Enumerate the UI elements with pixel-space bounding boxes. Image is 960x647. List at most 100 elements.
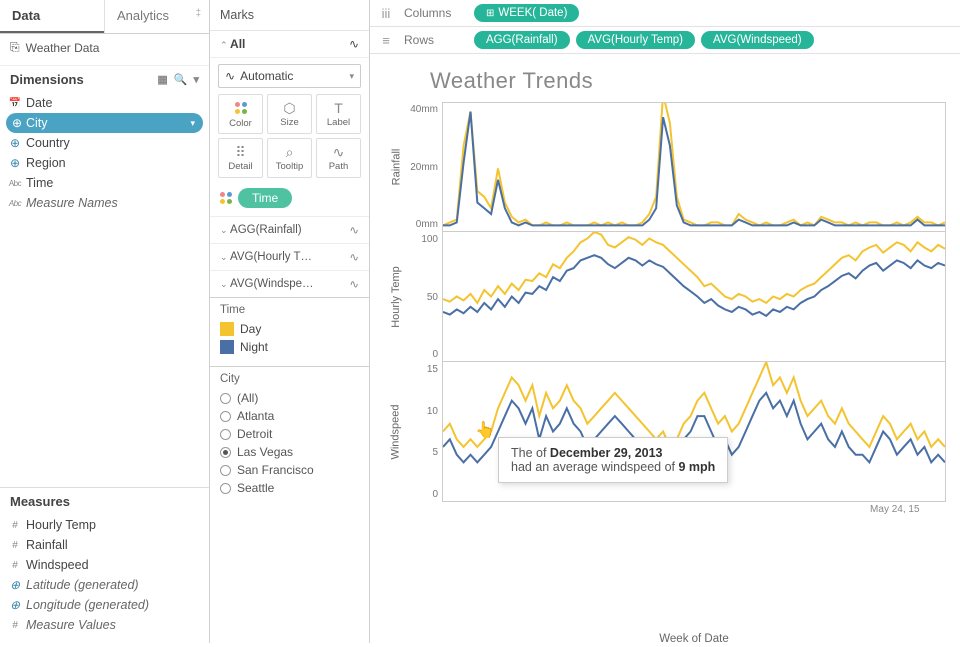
- columns-label: Columns: [404, 6, 464, 20]
- color-icon: [233, 100, 249, 116]
- datasource-icon: ⎘: [10, 40, 20, 55]
- tooltip: The of December 29, 2013had an average w…: [498, 437, 728, 483]
- plot-area[interactable]: [442, 102, 946, 232]
- y-axis-label: Rainfall: [390, 149, 402, 186]
- mark-card-avg-hourly-t-[interactable]: ⌄ AVG(Hourly T…∿: [210, 243, 369, 270]
- color-encoding-row[interactable]: Time: [210, 184, 369, 216]
- tooltip-icon: ⌕: [286, 145, 294, 159]
- swatch: [220, 322, 234, 336]
- globe-icon: [10, 116, 24, 130]
- path-icon: ∿: [333, 145, 345, 159]
- dimensions-menu-icon[interactable]: ▾: [193, 73, 199, 86]
- measures-title: Measures: [10, 494, 70, 509]
- plot-area[interactable]: [442, 232, 946, 362]
- viz-title[interactable]: Weather Trends: [430, 68, 946, 94]
- tab-data[interactable]: Data: [0, 0, 104, 33]
- y-axis-ticks: 40mm20mm0mm: [408, 102, 442, 232]
- field-rainfall[interactable]: Rainfall: [0, 535, 209, 555]
- datasource-row[interactable]: ⎘ Weather Data: [0, 34, 209, 61]
- worksheet: iii Columns WEEK( Date) ≡ Rows AGG(Rainf…: [370, 0, 960, 643]
- legend-day[interactable]: Day: [220, 320, 359, 338]
- x-tick-label: May 24, 15: [870, 504, 919, 515]
- mark-buttons-grid: Color⬡SizeTLabel ⠿Detail⌕Tooltip∿Path: [210, 94, 369, 184]
- pill-avg-windspeed-[interactable]: AVG(Windspeed): [701, 31, 814, 49]
- city-option--all-[interactable]: (All): [220, 389, 359, 407]
- mark-card-agg-rainfall-[interactable]: ⌄ AGG(Rainfall)∿: [210, 216, 369, 243]
- mark-label-button[interactable]: TLabel: [316, 94, 361, 134]
- field-time[interactable]: Time: [0, 173, 209, 193]
- color-dots-icon: [218, 190, 234, 206]
- pill-avg-hourly-temp-[interactable]: AVG(Hourly Temp): [576, 31, 695, 49]
- city-option-san-francisco[interactable]: San Francisco: [220, 461, 359, 479]
- field-hourly-temp[interactable]: Hourly Temp: [0, 515, 209, 535]
- field-label: Country: [26, 136, 70, 150]
- radio-icon: [220, 447, 231, 458]
- field-label: Longitude (generated): [26, 598, 149, 612]
- automatic-line-icon: ∿: [225, 69, 235, 83]
- field-region[interactable]: Region: [0, 153, 209, 173]
- mark-color-button[interactable]: Color: [218, 94, 263, 134]
- time-legend-title: Time: [220, 304, 359, 316]
- city-option-detroit[interactable]: Detroit: [220, 425, 359, 443]
- line-icon: ∿: [349, 250, 359, 264]
- abc-icon: [8, 198, 22, 209]
- columns-shelf[interactable]: iii Columns WEEK( Date): [370, 0, 960, 27]
- radio-icon: [220, 483, 231, 494]
- field-latitude-generated-[interactable]: Latitude (generated): [0, 575, 209, 595]
- field-measure-names[interactable]: Measure Names: [0, 193, 209, 213]
- marks-all-row[interactable]: ⌃ All ∿: [210, 31, 369, 58]
- mark-tooltip-button[interactable]: ⌕Tooltip: [267, 138, 312, 178]
- field-label: City: [26, 116, 48, 130]
- chart-hourly-temp: Hourly Temp100500: [384, 232, 946, 362]
- mark-path-button[interactable]: ∿Path: [316, 138, 361, 178]
- city-option-seattle[interactable]: Seattle: [220, 479, 359, 497]
- dimensions-tree: Date City Country RegionTimeMeasure Names: [0, 91, 209, 221]
- radio-icon: [220, 411, 231, 422]
- series-night[interactable]: [443, 112, 945, 226]
- field-label: Measure Values: [26, 618, 116, 632]
- y-axis-label: Hourly Temp: [390, 266, 402, 328]
- pill-week-date-[interactable]: WEEK( Date): [474, 4, 579, 22]
- hash-icon: [8, 620, 22, 631]
- rows-shelf[interactable]: ≡ Rows AGG(Rainfall) AVG(Hourly Temp) AVG(…: [370, 27, 960, 54]
- globe-icon: [8, 598, 22, 612]
- field-city[interactable]: City: [6, 113, 203, 133]
- plot-area[interactable]: May 24, 15👆The of December 29, 2013had a…: [442, 362, 946, 502]
- field-measure-values[interactable]: Measure Values: [0, 615, 209, 635]
- mark-card-avg-windspe-[interactable]: ⌄ AVG(Windspe…∿: [210, 270, 369, 297]
- series-day[interactable]: [443, 232, 945, 303]
- legend-night[interactable]: Night: [220, 338, 359, 356]
- city-option-atlanta[interactable]: Atlanta: [220, 407, 359, 425]
- line-icon: ∿: [349, 223, 359, 237]
- radio-icon: [220, 465, 231, 476]
- mark-type-dropdown[interactable]: ∿ Automatic: [218, 64, 361, 88]
- pill-agg-rainfall-[interactable]: AGG(Rainfall): [474, 31, 570, 49]
- radio-icon: [220, 429, 231, 440]
- field-longitude-generated-[interactable]: Longitude (generated): [0, 595, 209, 615]
- dimensions-title: Dimensions: [10, 72, 84, 87]
- x-axis-label: Week of Date: [384, 627, 946, 647]
- hash-icon: [8, 540, 22, 551]
- mark-detail-button[interactable]: ⠿Detail: [218, 138, 263, 178]
- tab-analytics[interactable]: Analytics: [104, 0, 209, 33]
- series-day[interactable]: [443, 103, 945, 225]
- mark-size-button[interactable]: ⬡Size: [267, 94, 312, 134]
- series-day[interactable]: [443, 362, 945, 447]
- swatch: [220, 340, 234, 354]
- field-windspeed[interactable]: Windspeed: [0, 555, 209, 575]
- city-option-las-vegas[interactable]: Las Vegas: [220, 443, 359, 461]
- rows-icon: ≡: [378, 33, 394, 48]
- field-label: Latitude (generated): [26, 578, 139, 592]
- series-night[interactable]: [443, 255, 945, 316]
- field-label: Date: [26, 96, 52, 110]
- dimensions-header: Dimensions ▦ 🔍 ▾: [0, 65, 209, 91]
- field-label: Rainfall: [26, 538, 68, 552]
- search-icon[interactable]: 🔍: [174, 73, 188, 86]
- rows-label: Rows: [404, 33, 464, 47]
- view-grid-icon[interactable]: ▦: [157, 73, 167, 86]
- date-icon: [8, 98, 22, 109]
- field-country[interactable]: Country: [0, 133, 209, 153]
- time-color-pill[interactable]: Time: [238, 188, 292, 208]
- field-date[interactable]: Date: [0, 93, 209, 113]
- measures-header: Measures: [0, 487, 209, 513]
